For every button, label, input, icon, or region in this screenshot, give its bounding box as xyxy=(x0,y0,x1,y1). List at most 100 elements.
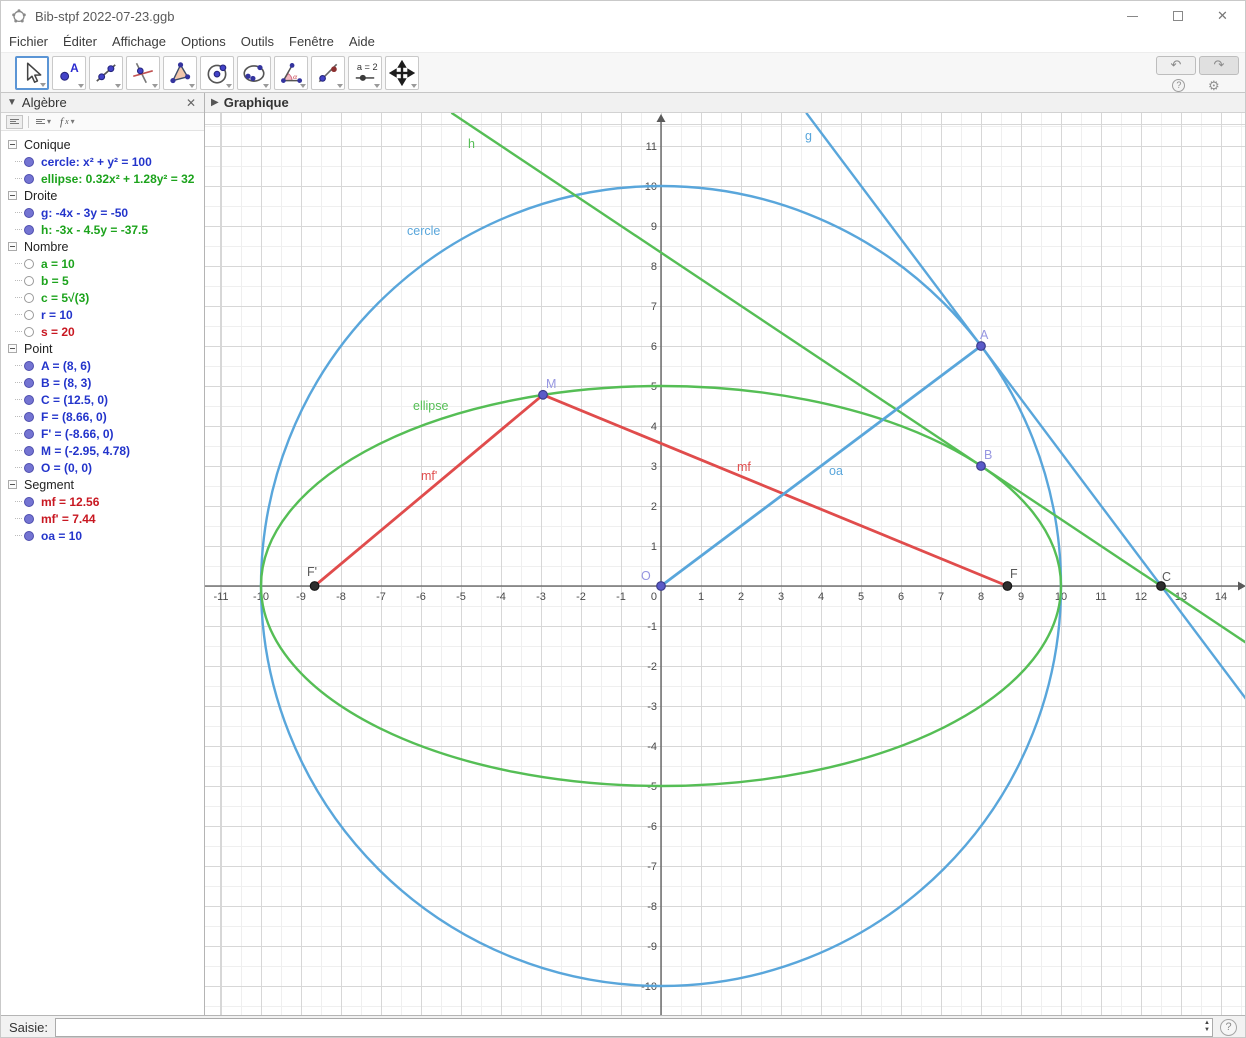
algebra-item[interactable]: mf = 12.56 xyxy=(1,493,204,510)
collapse-toggle[interactable] xyxy=(8,344,17,353)
input-help-button[interactable]: ? xyxy=(1220,1019,1237,1036)
collapse-toggle[interactable] xyxy=(8,480,17,489)
visibility-marble[interactable] xyxy=(24,361,34,371)
visibility-marble[interactable] xyxy=(24,412,34,422)
label-O[interactable]: O xyxy=(641,569,651,583)
moveview-tool-button[interactable] xyxy=(385,56,419,90)
label-M[interactable]: M xyxy=(546,377,556,391)
label-ellipse[interactable]: ellipse xyxy=(413,399,448,413)
algebra-item[interactable]: ellipse: 0.32x² + 1.28y² = 32 xyxy=(1,170,204,187)
algebra-item[interactable]: F = (8.66, 0) xyxy=(1,408,204,425)
algebra-close-icon[interactable]: ✕ xyxy=(184,97,198,109)
polygon-tool-button[interactable] xyxy=(163,56,197,90)
close-button[interactable]: ✕ xyxy=(1200,1,1245,31)
tool-dropdown-icon[interactable] xyxy=(152,84,158,88)
algebra-collapse-icon[interactable]: ▼ xyxy=(7,97,17,108)
maximize-button[interactable] xyxy=(1155,1,1200,31)
visibility-marble[interactable] xyxy=(24,327,34,337)
algebra-item[interactable]: F' = (-8.66, 0) xyxy=(1,425,204,442)
graphics-view[interactable]: -11-10-9-8-7-6-5-4-3-2-10123456789101112… xyxy=(205,113,1246,1015)
visibility-marble[interactable] xyxy=(24,157,34,167)
fx-dropdown[interactable]: fx▾ xyxy=(58,115,77,129)
line-tool-button[interactable] xyxy=(89,56,123,90)
tool-dropdown-icon[interactable] xyxy=(115,84,121,88)
point-A[interactable] xyxy=(977,342,986,351)
visibility-marble[interactable] xyxy=(24,378,34,388)
algebra-item[interactable]: b = 5 xyxy=(1,272,204,289)
point-F[interactable] xyxy=(1003,582,1012,591)
collapse-toggle[interactable] xyxy=(8,191,17,200)
minimize-button[interactable] xyxy=(1110,1,1155,31)
algebra-item[interactable]: mf' = 7.44 xyxy=(1,510,204,527)
label-g[interactable]: g xyxy=(805,129,812,143)
menu-item-diter[interactable]: Éditer xyxy=(63,34,97,49)
tool-dropdown-icon[interactable] xyxy=(78,84,84,88)
algebra-item[interactable]: O = (0, 0) xyxy=(1,459,204,476)
label-A[interactable]: A xyxy=(980,328,989,342)
tool-dropdown-icon[interactable] xyxy=(263,84,269,88)
label-mf'[interactable]: mf' xyxy=(421,469,437,483)
menu-item-fentre[interactable]: Fenêtre xyxy=(289,34,334,49)
menu-item-outils[interactable]: Outils xyxy=(241,34,274,49)
angle-tool-button[interactable]: α xyxy=(274,56,308,90)
menu-item-aide[interactable]: Aide xyxy=(349,34,375,49)
algebra-item[interactable]: g: -4x - 3y = -50 xyxy=(1,204,204,221)
point-F'[interactable] xyxy=(310,582,319,591)
visibility-marble[interactable] xyxy=(24,208,34,218)
label-F'[interactable]: F' xyxy=(307,565,317,579)
visibility-marble[interactable] xyxy=(24,463,34,473)
algebra-item[interactable]: r = 10 xyxy=(1,306,204,323)
algebra-item[interactable]: M = (-2.95, 4.78) xyxy=(1,442,204,459)
collapse-toggle[interactable] xyxy=(8,242,17,251)
label-oa[interactable]: oa xyxy=(829,464,843,478)
algebra-item[interactable]: s = 20 xyxy=(1,323,204,340)
label-cercle[interactable]: cercle xyxy=(407,224,440,238)
collapse-toggle[interactable] xyxy=(8,140,17,149)
point-O[interactable] xyxy=(657,582,666,591)
point-B[interactable] xyxy=(977,462,986,471)
redo-button[interactable]: ↷ xyxy=(1199,56,1239,75)
menu-item-options[interactable]: Options xyxy=(181,34,226,49)
tool-dropdown-icon[interactable] xyxy=(189,84,195,88)
tool-dropdown-icon[interactable] xyxy=(226,84,232,88)
circle-tool-button[interactable] xyxy=(200,56,234,90)
tool-dropdown-icon[interactable] xyxy=(374,84,380,88)
visibility-marble[interactable] xyxy=(24,446,34,456)
tool-dropdown-icon[interactable] xyxy=(411,84,417,88)
menu-item-affichage[interactable]: Affichage xyxy=(112,34,166,49)
segment-oa[interactable] xyxy=(661,346,981,586)
sort-objects-dropdown[interactable]: ▾ xyxy=(34,115,53,129)
line-h[interactable] xyxy=(451,113,1246,643)
label-B[interactable]: B xyxy=(984,448,992,462)
algebra-item[interactable]: B = (8, 3) xyxy=(1,374,204,391)
menu-item-fichier[interactable]: Fichier xyxy=(9,34,48,49)
visibility-marble[interactable] xyxy=(24,497,34,507)
algebra-item[interactable]: A = (8, 6) xyxy=(1,357,204,374)
visibility-marble[interactable] xyxy=(24,310,34,320)
visibility-marble[interactable] xyxy=(24,225,34,235)
line-g[interactable] xyxy=(806,113,1246,699)
visibility-marble[interactable] xyxy=(24,514,34,524)
tool-dropdown-icon[interactable] xyxy=(337,84,343,88)
slider-tool-button[interactable]: a = 2 xyxy=(348,56,382,90)
visibility-marble[interactable] xyxy=(24,259,34,269)
auxiliary-objects-toggle[interactable] xyxy=(6,115,23,129)
visibility-marble[interactable] xyxy=(24,429,34,439)
input-history-toggle[interactable]: ▲▼ xyxy=(1204,1020,1210,1034)
point-M[interactable] xyxy=(539,391,548,400)
algebra-item[interactable]: h: -3x - 4.5y = -37.5 xyxy=(1,221,204,238)
command-input[interactable] xyxy=(55,1018,1213,1037)
move-tool-button[interactable] xyxy=(15,56,49,90)
label-h[interactable]: h xyxy=(468,137,475,151)
help-icon[interactable]: ? xyxy=(1172,79,1185,92)
algebra-item[interactable]: c = 5√(3) xyxy=(1,289,204,306)
conic-tool-button[interactable] xyxy=(237,56,271,90)
algebra-item[interactable]: a = 10 xyxy=(1,255,204,272)
visibility-marble[interactable] xyxy=(24,276,34,286)
label-C[interactable]: C xyxy=(1162,570,1171,584)
visibility-marble[interactable] xyxy=(24,174,34,184)
label-mf[interactable]: mf xyxy=(737,460,751,474)
label-F[interactable]: F xyxy=(1010,567,1018,581)
visibility-marble[interactable] xyxy=(24,395,34,405)
algebra-item[interactable]: oa = 10 xyxy=(1,527,204,544)
